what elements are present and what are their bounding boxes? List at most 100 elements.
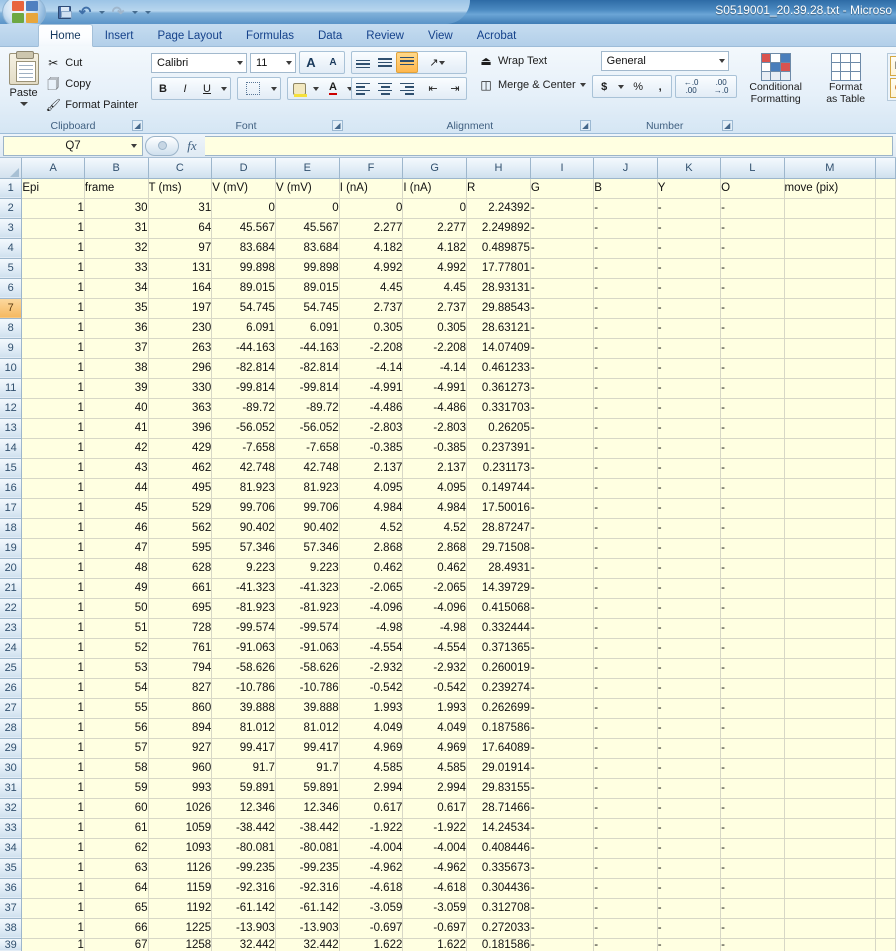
table-row[interactable]: 36 1 64 1159 -92.316 -92.316 -4.618 -4.618 0.304… [0, 878, 896, 899]
table-row[interactable]: 11 1 39 330 -99.814 -99.814 -4.991 -4.991 0.3612… [0, 378, 896, 399]
cell-F16[interactable]: 4.095 [339, 478, 404, 499]
cell-K28[interactable]: - [657, 718, 722, 739]
table-row[interactable]: 1 Epi frame T (ms) V (mV) V (mV) I (nA) I (nA) R… [0, 178, 896, 199]
cell-G19[interactable]: 2.868 [402, 538, 468, 559]
cell-H34[interactable]: 0.408446 [466, 838, 531, 859]
cell-J15[interactable]: - [593, 458, 658, 479]
cell-J34[interactable]: - [593, 838, 658, 859]
cell-L8[interactable]: - [720, 318, 785, 339]
cell-B9[interactable]: 37 [84, 338, 149, 359]
table-row[interactable]: 38 1 66 1225 -13.903 -13.903 -0.697 -0.697 0.272… [0, 918, 896, 939]
decrease-decimal-button[interactable]: .00 →.0 [706, 76, 736, 97]
cell-F31[interactable]: 2.994 [339, 778, 404, 799]
table-row[interactable]: 30 1 58 960 91.7 91.7 4.585 4.585 29.01914- - - - [0, 758, 896, 779]
cell-I30[interactable]: - [530, 758, 595, 779]
cell-C4[interactable]: 97 [148, 238, 213, 259]
cell-F23[interactable]: -4.98 [339, 618, 404, 639]
cell-E18[interactable]: 90.402 [275, 518, 340, 539]
cell-F12[interactable]: -4.486 [339, 398, 404, 419]
cell-F37[interactable]: -3.059 [339, 898, 404, 919]
cell-H30[interactable]: 29.01914 [466, 758, 531, 779]
cell-F21[interactable]: -2.065 [339, 578, 404, 599]
cell-H15[interactable]: 0.231173 [466, 458, 531, 479]
cell-F10[interactable]: -4.14 [339, 358, 404, 379]
cell-D19[interactable]: 57.346 [211, 538, 276, 559]
cell-M29[interactable] [784, 738, 877, 759]
cell-K4[interactable]: - [657, 238, 722, 259]
cell-G36[interactable]: -4.618 [402, 878, 468, 899]
cell-E8[interactable]: 6.091 [275, 318, 340, 339]
cell-J14[interactable]: - [593, 438, 658, 459]
table-row[interactable]: 33 1 61 1059 -38.442 -38.442 -1.922 -1.922 14.24… [0, 818, 896, 839]
cell-B18[interactable]: 46 [84, 518, 149, 539]
cell-header-B[interactable]: frame [84, 178, 149, 199]
cell-E27[interactable]: 39.888 [275, 698, 340, 719]
cell-L39[interactable]: - [720, 938, 785, 951]
cell-D27[interactable]: 39.888 [211, 698, 276, 719]
cell-H28[interactable]: 0.187586 [466, 718, 531, 739]
cell-A12[interactable]: 1 [21, 398, 85, 419]
cell-B5[interactable]: 33 [84, 258, 149, 279]
cell-N32[interactable] [875, 798, 896, 819]
cell-F9[interactable]: -2.208 [339, 338, 404, 359]
table-row[interactable]: 21 1 49 661 -41.323 -41.323 -2.065 -2.065 14.397… [0, 578, 896, 599]
cell-K18[interactable]: - [657, 518, 722, 539]
cell-H13[interactable]: 0.26205 [466, 418, 531, 439]
cell-N17[interactable] [875, 498, 896, 519]
cell-E7[interactable]: 54.745 [275, 298, 340, 319]
cell-E39[interactable]: 32.442 [275, 938, 340, 951]
cell-F4[interactable]: 4.182 [339, 238, 404, 259]
cell-H24[interactable]: 0.371365 [466, 638, 531, 659]
cell-N26[interactable] [875, 678, 896, 699]
cell-C29[interactable]: 927 [148, 738, 213, 759]
cell-N8[interactable] [875, 318, 896, 339]
cell-K25[interactable]: - [657, 658, 722, 679]
formula-input[interactable] [205, 135, 893, 156]
cell-H2[interactable]: 2.24392 [466, 198, 531, 219]
cell-J18[interactable]: - [593, 518, 658, 539]
row-header-23[interactable]: 23 [0, 618, 23, 639]
cell-F3[interactable]: 2.277 [339, 218, 404, 239]
cell-F20[interactable]: 0.462 [339, 558, 404, 579]
cell-J2[interactable]: - [593, 198, 658, 219]
cell-L25[interactable]: - [720, 658, 785, 679]
cell-F38[interactable]: -0.697 [339, 918, 404, 939]
row-header-27[interactable]: 27 [0, 698, 23, 719]
cell-L23[interactable]: - [720, 618, 785, 639]
shrink-font-button[interactable]: A [322, 52, 344, 73]
column-header-g[interactable]: G [402, 158, 468, 179]
cell-M13[interactable] [784, 418, 877, 439]
cell-M18[interactable] [784, 518, 877, 539]
cell-J5[interactable]: - [593, 258, 658, 279]
cell-H27[interactable]: 0.262699 [466, 698, 531, 719]
cell-F39[interactable]: 1.622 [339, 938, 404, 951]
cell-M35[interactable] [784, 858, 877, 879]
paste-button[interactable]: Paste [5, 51, 42, 106]
cell-H3[interactable]: 2.249892 [466, 218, 531, 239]
select-all-button[interactable] [0, 158, 23, 179]
table-row[interactable]: 35 1 63 1126 -99.235 -99.235 -4.962 -4.962 0.335… [0, 858, 896, 879]
comma-button[interactable]: , [649, 76, 671, 97]
cell-A38[interactable]: 1 [21, 918, 85, 939]
save-button[interactable] [54, 2, 74, 22]
cell-M34[interactable] [784, 838, 877, 859]
cell-J37[interactable]: - [593, 898, 658, 919]
column-header-l[interactable]: L [720, 158, 785, 179]
merge-center-button[interactable]: ◫ Merge & Center [475, 75, 589, 95]
cell-D20[interactable]: 9.223 [211, 558, 276, 579]
table-row[interactable]: 9 1 37 263 -44.163 -44.163 -2.208 -2.208 14.0740… [0, 338, 896, 359]
cell-B16[interactable]: 44 [84, 478, 149, 499]
cell-F6[interactable]: 4.45 [339, 278, 404, 299]
cell-header-I[interactable]: G [530, 178, 595, 199]
cell-I36[interactable]: - [530, 878, 595, 899]
cell-B26[interactable]: 54 [84, 678, 149, 699]
cell-B11[interactable]: 39 [84, 378, 149, 399]
cell-J39[interactable]: - [593, 938, 658, 951]
column-header-f[interactable]: F [339, 158, 404, 179]
cell-B32[interactable]: 60 [84, 798, 149, 819]
cell-L10[interactable]: - [720, 358, 785, 379]
cell-D25[interactable]: -58.626 [211, 658, 276, 679]
cell-L30[interactable]: - [720, 758, 785, 779]
cell-I18[interactable]: - [530, 518, 595, 539]
cell-D18[interactable]: 90.402 [211, 518, 276, 539]
